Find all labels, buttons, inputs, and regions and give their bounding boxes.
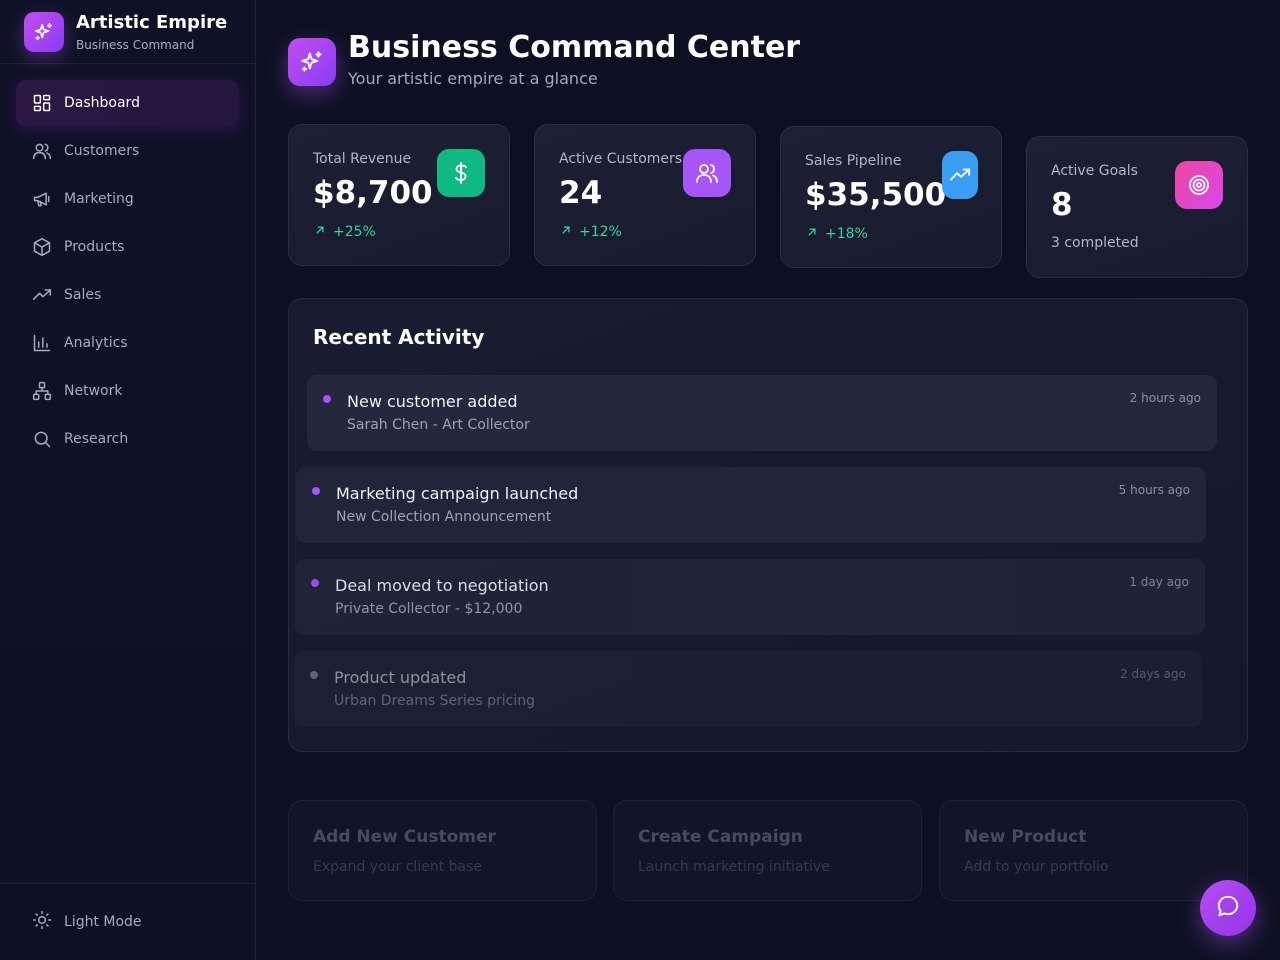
stat-card-pipeline[interactable]: Sales Pipeline $35,500 +18% [780,126,1002,268]
activity-time: 1 day ago [1129,575,1189,589]
stat-trend: +12% [559,223,622,241]
theme-toggle-label: Light Mode [64,914,142,930]
activity-description: New Collection Announcement [336,509,552,525]
activity-time: 2 hours ago [1129,391,1201,405]
quick-action-new-product[interactable]: New Product Add to your portfolio [939,800,1248,901]
sidebar-item-products[interactable]: Products [16,224,239,270]
activity-description: Urban Dreams Series pricing [334,693,535,709]
sidebar-item-network[interactable]: Network [16,368,239,414]
sidebar-item-sales[interactable]: Sales [16,272,239,318]
stat-label: Active Goals [1051,163,1138,179]
sidebar-item-marketing[interactable]: Marketing [16,176,239,222]
target-icon [1175,161,1223,209]
stat-card-revenue[interactable]: Total Revenue $8,700 +25% [288,124,510,266]
search-icon [32,429,52,449]
quick-action-description: Launch marketing initiative [638,859,830,875]
arrow-up-right-icon [805,225,819,243]
sidebar-item-label: Customers [64,143,140,159]
sidebar-item-label: Sales [64,287,102,303]
activity-title: Marketing campaign launched [336,484,579,503]
sidebar-item-label: Analytics [64,335,128,351]
sidebar-footer: Light Mode [0,883,255,960]
chat-button[interactable] [1200,880,1256,936]
page-subtitle: Your artistic empire at a glance [348,69,598,88]
stat-note: 3 completed [1051,235,1139,251]
quick-action-title: New Product [964,827,1087,847]
activity-item[interactable]: Product updated Urban Dreams Series pric… [294,651,1202,727]
sun-icon [32,910,52,934]
sidebar-item-customers[interactable]: Customers [16,128,239,174]
quick-action-description: Expand your client base [313,859,483,875]
stat-trend: +18% [805,225,868,243]
stat-label: Sales Pipeline [805,153,902,169]
stat-value: $8,700 [313,175,433,211]
sidebar-item-label: Dashboard [64,95,140,111]
main-content: Business Command Center Your artistic em… [256,0,1280,960]
bar-chart-icon [32,333,52,353]
trending-up-icon [32,285,52,305]
box-icon [32,237,52,257]
quick-action-create-campaign[interactable]: Create Campaign Launch marketing initiat… [613,800,922,901]
sparkles-icon [24,12,64,52]
stat-card-customers[interactable]: Active Customers 24 +12% [534,124,756,266]
sidebar-item-label: Research [64,431,129,447]
stat-trend-value: +25% [333,224,376,240]
stat-trend-value: +18% [825,226,868,242]
brand-title: Artistic Empire [76,12,228,33]
quick-action-title: Add New Customer [313,827,496,847]
activity-time: 5 hours ago [1118,483,1190,497]
sidebar-item-research[interactable]: Research [16,416,239,462]
theme-toggle-button[interactable]: Light Mode [16,900,239,944]
arrow-up-right-icon [313,223,327,241]
trending-up-icon [942,151,978,199]
activity-item[interactable]: Deal moved to negotiation Private Collec… [295,559,1205,635]
status-dot [311,579,319,587]
dollar-icon [437,149,485,197]
section-title: Recent Activity [313,325,485,349]
megaphone-icon [32,189,52,209]
recent-activity-panel: Recent Activity New customer added Sarah… [288,298,1248,752]
sidebar-item-analytics[interactable]: Analytics [16,320,239,366]
sidebar-item-label: Products [64,239,125,255]
activity-title: Product updated [334,668,467,687]
activity-title: New customer added [347,392,518,411]
activity-title: Deal moved to negotiation [335,576,549,595]
page-title: Business Command Center [348,30,801,65]
activity-time: 2 days ago [1120,667,1186,681]
activity-description: Private Collector - $12,000 [335,601,523,617]
activity-item[interactable]: New customer added Sarah Chen - Art Coll… [307,375,1217,451]
activity-description: Sarah Chen - Art Collector [347,417,530,433]
stat-label: Total Revenue [313,151,412,167]
users-icon [32,141,52,161]
sidebar-item-label: Network [64,383,123,399]
sparkles-icon [288,38,336,86]
status-dot [323,395,331,403]
activity-item[interactable]: Marketing campaign launched New Collecti… [296,467,1206,543]
chat-bubble-icon [1215,893,1241,923]
stat-value: 24 [559,175,603,211]
stat-value: $35,500 [805,177,947,213]
quick-action-add-customer[interactable]: Add New Customer Expand your client base [288,800,597,901]
sidebar-item-label: Marketing [64,191,134,207]
stat-value: 8 [1051,187,1073,223]
app-root: Artistic Empire Business Command Dashboa… [0,0,1280,960]
status-dot [310,671,318,679]
status-dot [312,487,320,495]
quick-action-title: Create Campaign [638,827,803,847]
stat-trend-value: +12% [579,224,622,240]
stat-label: Active Customers [559,151,683,167]
network-icon [32,381,52,401]
sidebar-item-dashboard[interactable]: Dashboard [16,80,239,126]
stat-card-goals[interactable]: Active Goals 8 3 completed [1026,136,1248,278]
sidebar-nav: Dashboard Customers Marketing Products S… [16,80,239,464]
brand-subtitle: Business Command [76,38,195,52]
stat-trend: +25% [313,223,376,241]
arrow-up-right-icon [559,223,573,241]
dashboard-grid-icon [32,93,52,113]
quick-action-description: Add to your portfolio [964,859,1109,875]
brand-header: Artistic Empire Business Command [0,0,255,64]
users-icon [683,149,731,197]
sidebar: Artistic Empire Business Command Dashboa… [0,0,256,960]
